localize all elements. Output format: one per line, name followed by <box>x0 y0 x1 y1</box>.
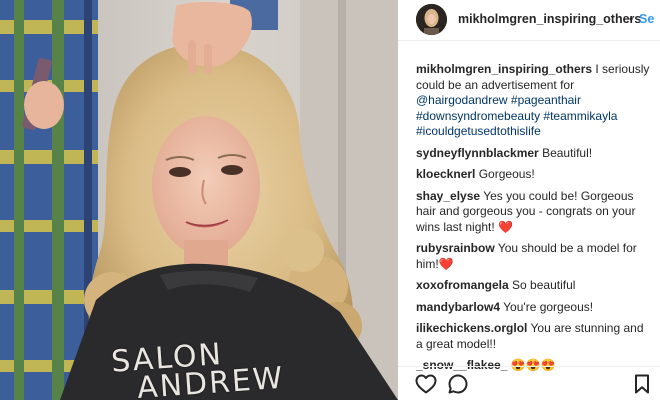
comment-username-link[interactable]: kloecknerl <box>416 167 475 181</box>
comment-username-link[interactable]: rubysrainbow <box>416 241 495 255</box>
comment-text: Beautiful! <box>542 145 593 160</box>
header-username-link[interactable]: mikholmgren_inspiring_others <box>458 12 641 26</box>
comment-row: sydneyflynnblackmer Beautiful! <box>416 146 652 162</box>
save-button[interactable] <box>630 372 654 396</box>
comments-list: mikholmgren_inspiring_others I seriously… <box>416 62 652 374</box>
comment-username-link[interactable]: ilikechickens.orglol <box>416 321 527 335</box>
comment-row: mandybarlow4 You're gorgeous! <box>416 300 652 316</box>
comment-username-link[interactable]: sydneyflynnblackmer <box>416 146 539 160</box>
heart-icon <box>415 374 437 394</box>
comment-row: shay_elyse Yes you could be! Gorgeous ha… <box>416 189 652 236</box>
caption-username-link[interactable]: mikholmgren_inspiring_others <box>416 62 592 76</box>
comment-username-link[interactable]: mandybarlow4 <box>416 300 500 314</box>
follow-button[interactable]: Se <box>639 12 654 26</box>
like-button[interactable] <box>414 372 438 396</box>
comment-icon <box>448 374 468 394</box>
post-side-panel: mikholmgren_inspiring_others • Se mikhol… <box>398 0 660 400</box>
comment-row: xoxofromangela So beautiful <box>416 278 652 294</box>
caption-tags[interactable]: @hairgodandrew #pageanthair #downsyndrom… <box>416 93 617 138</box>
comment-text: You're gorgeous! <box>503 299 594 314</box>
comment-button[interactable] <box>446 372 470 396</box>
post-actions-bar <box>398 366 660 400</box>
comment-text: So beautiful <box>512 278 576 292</box>
caption: mikholmgren_inspiring_others I seriously… <box>416 62 652 140</box>
avatar-image <box>416 4 447 35</box>
comment-row: rubysrainbow You should be a model for h… <box>416 241 652 272</box>
comment-username-link[interactable]: xoxofromangela <box>416 278 509 292</box>
post-photo[interactable]: SALON ANDREW <box>0 0 398 400</box>
bookmark-icon <box>635 374 649 394</box>
comment-row: kloecknerl Gorgeous! <box>416 167 652 183</box>
red-heart-emoji: ❤️ <box>498 219 513 234</box>
comment-row: ilikechickens.orglol You are stunning an… <box>416 321 652 352</box>
avatar[interactable] <box>416 4 447 35</box>
cape-print-text: SALON ANDREW <box>110 331 363 400</box>
header-separator: • <box>629 12 634 26</box>
red-heart-emoji: ❤️ <box>438 256 454 271</box>
comment-text: Gorgeous! <box>478 167 535 181</box>
post-header: mikholmgren_inspiring_others • Se <box>398 0 660 41</box>
comment-username-link[interactable]: shay_elyse <box>416 189 480 203</box>
instagram-post: SALON ANDREW mikholmgren_inspiring_other… <box>0 0 660 400</box>
